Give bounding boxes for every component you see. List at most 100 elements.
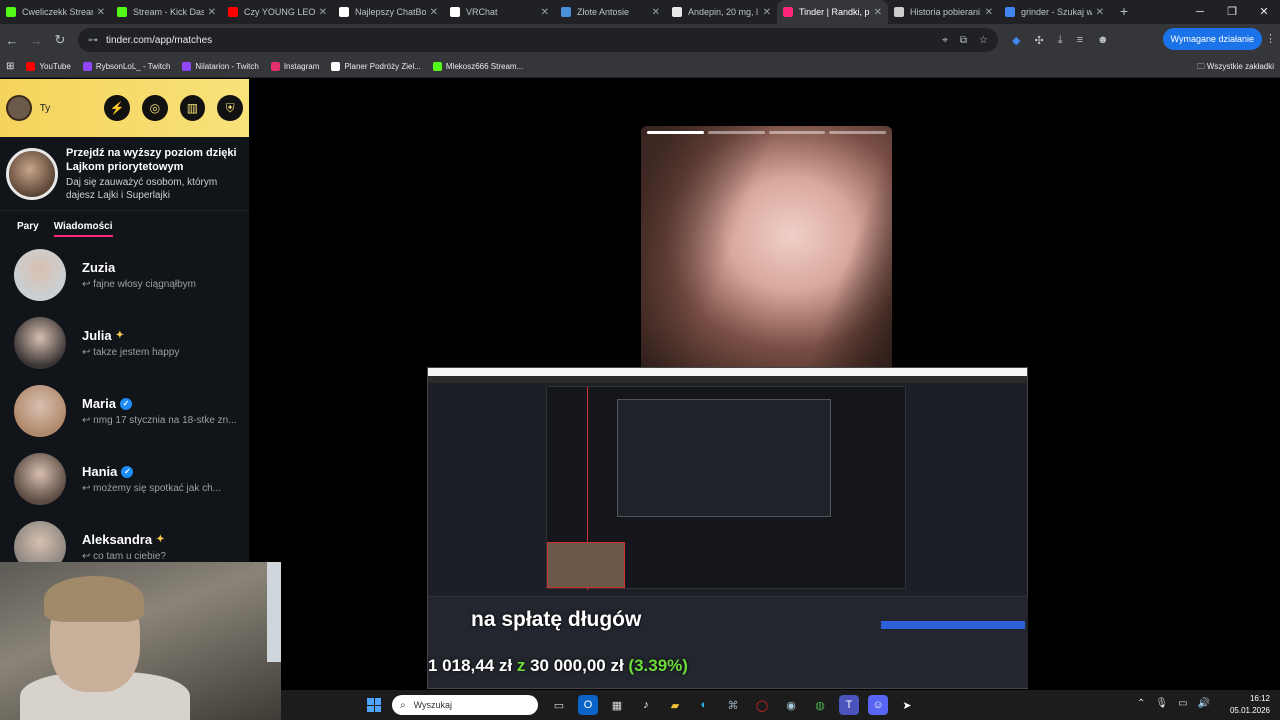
search-placeholder: Wyszukaj	[413, 700, 453, 710]
puzzle-icon[interactable]: ✣	[1034, 34, 1043, 47]
file-explorer-icon[interactable]: ▰	[665, 695, 685, 715]
profile-photo[interactable]	[641, 126, 892, 368]
bookmark-item[interactable]: YouTube	[26, 62, 71, 71]
bookmark-icon	[432, 62, 442, 71]
store-icon[interactable]: ▦	[607, 695, 627, 715]
tab-close-icon[interactable]: ✕	[652, 7, 660, 18]
taskbar-search[interactable]: ⌕ Wyszukaj	[392, 695, 538, 715]
tab-close-icon[interactable]: ✕	[97, 7, 105, 18]
taskbar-apps: ▭ O ▦ ♪ ▰ ◐ ⌘ ◯ ◉ ◍ T ☺ ➤	[549, 695, 917, 715]
browser-tab[interactable]: Stream - Kick Dash ✕	[111, 0, 222, 24]
outlook-icon[interactable]: O	[578, 695, 598, 715]
tab-close-icon[interactable]: ✕	[874, 7, 882, 18]
list-item[interactable]: Zuzia ↩ fajne włosy ciągnąłbym	[0, 241, 249, 309]
app-icon[interactable]: ⌘	[723, 695, 743, 715]
reload-icon[interactable]: ↻	[48, 32, 72, 48]
profile-icon[interactable]: ☻	[1097, 34, 1109, 47]
steam-icon[interactable]: ◉	[781, 695, 801, 715]
bookmark-icon	[82, 62, 92, 71]
tab-title: Czy YOUNG LEOSI	[244, 7, 315, 17]
match-name: Julia	[82, 328, 112, 343]
browser-tab[interactable]: Cweliczekk Stream ✕	[0, 0, 111, 24]
tab-close-icon[interactable]: ✕	[208, 7, 216, 18]
opera-icon[interactable]: ◯	[752, 695, 772, 715]
tab-close-icon[interactable]: ✕	[763, 7, 771, 18]
apps-grid-icon[interactable]: ⊞	[6, 61, 14, 72]
browser-tab[interactable]: Historia pobierani ✕	[888, 0, 999, 24]
tab-close-icon[interactable]: ✕	[541, 7, 549, 18]
avatar[interactable]	[6, 95, 32, 121]
bookmark-icon	[26, 62, 36, 71]
tab-pairs[interactable]: Pary	[17, 221, 39, 232]
bookmark-item[interactable]: Planer Podróży Ziel...	[331, 62, 421, 71]
download-icon[interactable]: ⤓	[1058, 34, 1063, 47]
browser-tab[interactable]: Czy YOUNG LEOSI ✕	[222, 0, 333, 24]
teams-icon[interactable]: T	[839, 695, 859, 715]
clock[interactable]: 16:12 05.01.2026	[1230, 693, 1270, 717]
tiktok-icon[interactable]: ♪	[636, 695, 656, 715]
tab-close-icon[interactable]: ✕	[319, 7, 327, 18]
volume-icon[interactable]: 🔊	[1198, 698, 1210, 709]
boost-icon[interactable]: ⚡	[104, 95, 130, 121]
all-bookmarks-link[interactable]: 🗀 Wszystkie zakładki	[1197, 61, 1274, 75]
discord-icon[interactable]: ☺	[868, 695, 888, 715]
list-item[interactable]: Julia ✦ ↩ takze jestem happy	[0, 309, 249, 377]
bookmark-list: YouTube RybsonLoL_ - Twitch Nilatarion - T…	[14, 62, 523, 71]
profile-label[interactable]: Ty	[40, 103, 51, 114]
briefcase-icon[interactable]: ▥	[179, 95, 206, 121]
install-app-icon[interactable]: ⧉	[960, 35, 967, 46]
tab-close-icon[interactable]: ✕	[985, 7, 993, 18]
edge-icon[interactable]: ◐	[694, 695, 714, 715]
media-icon[interactable]: ≡	[1077, 34, 1083, 47]
obs-start-button[interactable]	[881, 621, 1025, 629]
tab-close-icon[interactable]: ✕	[430, 7, 438, 18]
explore-icon[interactable]: ◎	[141, 95, 168, 121]
close-icon[interactable]: ✕	[1248, 0, 1280, 24]
list-item[interactable]: Hania ✓ ↩ możemy się spotkać jak ch...	[0, 445, 249, 513]
bookmark-star-icon[interactable]: ☆	[979, 35, 988, 46]
forward-icon[interactable]: →	[24, 33, 48, 48]
windows-taskbar: ⌕ Wyszukaj ▭ O ▦ ♪ ▰ ◐ ⌘ ◯ ◉ ◍ T ☺ ➤ ⌃ 🎙…	[281, 690, 1280, 720]
site-info-icon[interactable]: ⊶	[88, 35, 98, 46]
tab-title: Andepin, 20 mg, l	[688, 7, 759, 17]
menu-icon[interactable]: ⋮	[1265, 32, 1276, 45]
obs-window[interactable]	[427, 367, 1028, 689]
extension-icon[interactable]: ◆	[1012, 34, 1020, 47]
browser-tab[interactable]: Tinder | Randki, p ✕	[777, 0, 888, 24]
windows-start-icon[interactable]	[367, 698, 381, 712]
tray-chevron-icon[interactable]: ⌃	[1137, 698, 1145, 709]
list-item[interactable]: Maria ✓ ↩ nmg 17 stycznia na 18-stke zn...	[0, 377, 249, 445]
tab-close-icon[interactable]: ✕	[1096, 7, 1104, 18]
back-icon[interactable]: ←	[0, 33, 24, 48]
bookmarks-bar: ⊞ YouTube RybsonLoL_ - Twitch Nilatarion -…	[0, 56, 1280, 78]
priority-likes-promo[interactable]: Przejdź na wyższy poziom dzięki Lajkom p…	[0, 137, 249, 211]
bookmark-icon	[182, 62, 192, 71]
window-background	[267, 562, 281, 662]
required-action-button[interactable]: Wymagane działanie	[1162, 28, 1262, 50]
browser-tab[interactable]: Złote Antosie ✕	[555, 0, 666, 24]
bookmark-item[interactable]: Mlekosz666 Stream...	[432, 62, 523, 71]
location-icon[interactable]: ⌖	[942, 35, 948, 46]
restore-icon[interactable]: ❐	[1216, 0, 1248, 24]
mic-icon[interactable]: 🎙	[1155, 698, 1168, 709]
browser-tab[interactable]: VRChat ✕	[444, 0, 555, 24]
new-tab-button[interactable]: +	[1110, 0, 1138, 24]
tab-messages[interactable]: Wiadomości	[53, 221, 113, 237]
clock-date: 05.01.2026	[1229, 706, 1270, 715]
url-field[interactable]: ⊶ tinder.com/app/matches ⌖ ⧉ ☆	[78, 28, 998, 52]
bookmark-item[interactable]: Instagram	[270, 62, 319, 71]
chrome-icon[interactable]: ◍	[810, 695, 830, 715]
avatar	[14, 385, 66, 437]
task-view-icon[interactable]: ▭	[549, 695, 569, 715]
browser-tab[interactable]: grinder - Szukaj w ✕	[999, 0, 1110, 24]
bookmark-item[interactable]: Nilatarion - Twitch	[182, 62, 259, 71]
message-preview: takze jestem happy	[93, 347, 180, 358]
browser-tab[interactable]: Najlepszy ChatBot ✕	[333, 0, 444, 24]
bookmark-item[interactable]: RybsonLoL_ - Twitch	[82, 62, 170, 71]
display-icon[interactable]: ▭	[1178, 698, 1187, 709]
tab-favicon-icon	[1005, 7, 1015, 17]
minimize-icon[interactable]: ─	[1184, 0, 1216, 24]
browser-tab[interactable]: Andepin, 20 mg, l ✕	[666, 0, 777, 24]
shield-icon[interactable]: ⛨	[217, 95, 243, 121]
cursor-icon[interactable]: ➤	[897, 695, 917, 715]
